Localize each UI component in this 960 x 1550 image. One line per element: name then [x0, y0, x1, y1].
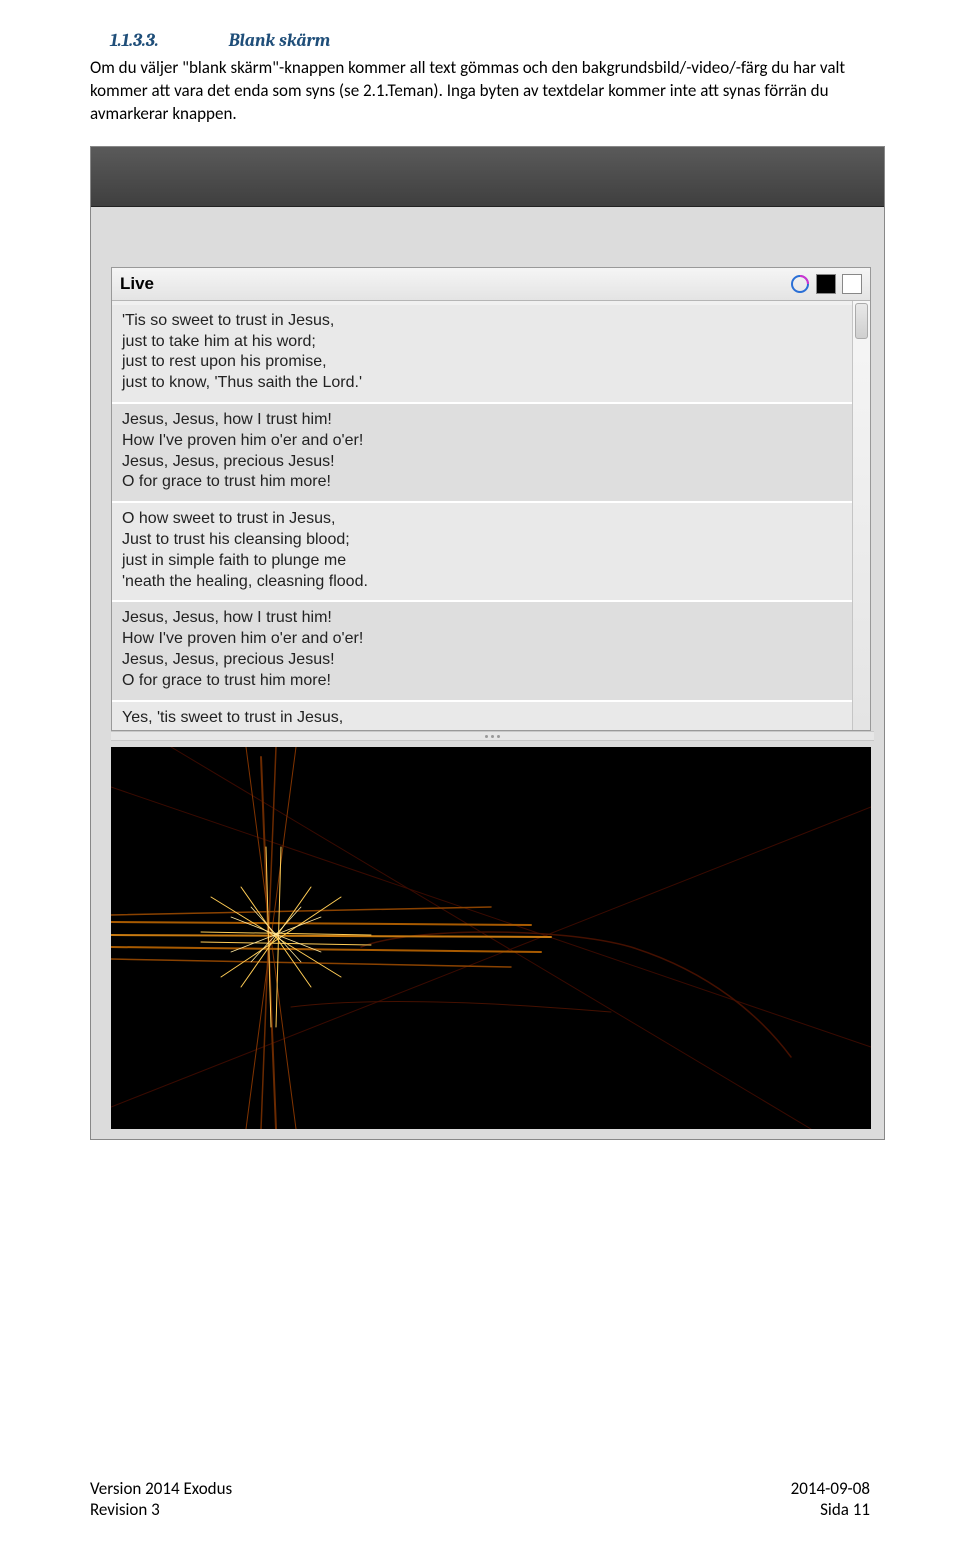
- preview-graphic: [111, 747, 871, 1129]
- footer-date: 2014-09-08: [791, 1478, 870, 1499]
- blank-black-icon[interactable]: [816, 274, 836, 294]
- page-footer: Version 2014 Exodus Revision 3 2014-09-0…: [90, 1478, 870, 1520]
- body-paragraph: Om du väljer "blank skärm"-knappen komme…: [90, 57, 870, 126]
- list-item[interactable]: Yes, 'tis sweet to trust in Jesus,: [112, 702, 870, 731]
- footer-page: Sida 11: [791, 1499, 870, 1520]
- list-item[interactable]: 'Tis so sweet to trust in Jesus,just to …: [112, 305, 870, 404]
- app-screenshot: Live 'Tis so sweet to trust in Jesus,jus…: [90, 146, 885, 1141]
- blank-white-icon[interactable]: [842, 274, 862, 294]
- splitter-handle[interactable]: [111, 731, 874, 741]
- list-item[interactable]: Jesus, Jesus, how I trust him!How I've p…: [112, 602, 870, 701]
- preview-screen: [111, 747, 871, 1129]
- section-heading: 1.1.3.3. Blank skärm: [90, 30, 870, 51]
- app-titlebar: [91, 147, 884, 207]
- list-item[interactable]: Jesus, Jesus, how I trust him!How I've p…: [112, 404, 870, 503]
- panel-wrapper: Live 'Tis so sweet to trust in Jesus,jus…: [91, 207, 884, 1140]
- scroll-thumb[interactable]: [855, 303, 868, 339]
- live-panel-header: Live: [112, 268, 870, 301]
- verse-list[interactable]: 'Tis so sweet to trust in Jesus,just to …: [112, 301, 870, 731]
- live-panel-title: Live: [120, 274, 154, 294]
- scrollbar[interactable]: [852, 301, 870, 731]
- footer-revision: Revision 3: [90, 1499, 232, 1520]
- swirl-icon[interactable]: [790, 274, 810, 294]
- footer-version: Version 2014 Exodus: [90, 1478, 232, 1499]
- live-panel: Live 'Tis so sweet to trust in Jesus,jus…: [111, 267, 871, 732]
- list-item[interactable]: O how sweet to trust in Jesus,Just to tr…: [112, 503, 870, 602]
- heading-number: 1.1.3.3.: [110, 30, 159, 51]
- heading-title: Blank skärm: [229, 30, 331, 51]
